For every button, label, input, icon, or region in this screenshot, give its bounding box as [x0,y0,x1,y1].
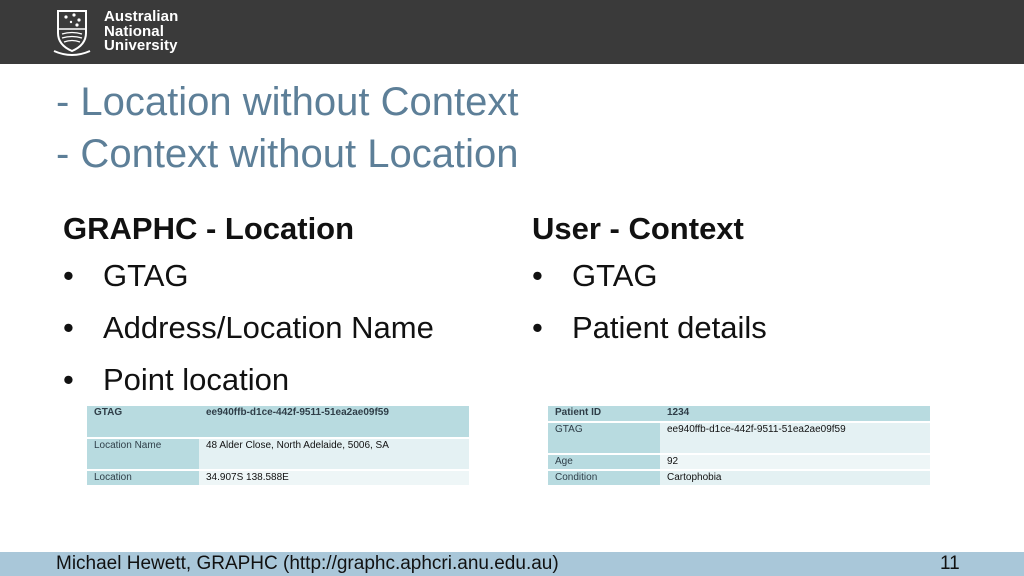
bullet-item: • GTAG [532,250,767,302]
table-row: Condition Cartophobia [548,470,930,487]
bullet-item: • Address/Location Name [63,302,434,354]
anu-logo[interactable]: Australian National University [52,7,232,57]
table-row: GTAG ee940ffb-d1ce-442f-9511-51ea2ae09f5… [548,422,930,455]
title-line-1: - Location without Context [56,80,519,124]
logo-wordmark: Australian National University [104,9,178,54]
table-value: ee940ffb-d1ce-442f-9511-51ea2ae09f59 [660,422,930,455]
anu-crest-icon [53,10,91,56]
table-value: 1234 [660,406,930,423]
bullet-item: • Patient details [532,302,767,354]
table-value: 34.907S 138.588E [199,470,469,487]
left-bullet-list: • GTAG • Address/Location Name • Point loca… [63,250,434,406]
table-key: GTAG [87,406,199,439]
page-number: 11 [940,553,960,574]
right-bullet-list: • GTAG • Patient details [532,250,767,354]
bullet-icon: • [532,310,543,345]
table-row: GTAG ee940ffb-d1ce-442f-9511-51ea2ae09f5… [87,406,469,439]
table-row: Location 34.907S 138.588E [87,470,469,487]
bullet-icon: • [63,258,74,293]
table-key: Location [87,470,199,487]
bullet-text: GTAG [103,258,189,293]
bullet-text: GTAG [572,258,658,293]
bullet-item: • Point location [63,354,434,406]
bullet-text: Patient details [572,310,767,345]
header-bar: Australian National University [0,0,1024,64]
footer-credit: Michael Hewett, GRAPHC (http://graphc.ap… [56,553,559,574]
logo-line-3: University [104,37,178,54]
table-value: 92 [660,454,930,471]
bullet-icon: • [532,258,543,293]
location-table: GTAG ee940ffb-d1ce-442f-9511-51ea2ae09f5… [87,406,469,487]
context-table: Patient ID 1234 GTAG ee940ffb-d1ce-442f-… [548,406,930,487]
right-column: User - Context • GTAG • Patient details [532,208,767,354]
table-row: Patient ID 1234 [548,406,930,423]
bullet-text: Point location [103,362,290,397]
slide-title: - Location without Context - Context wit… [56,76,518,180]
table-key: GTAG [548,422,660,455]
bullet-item: • GTAG [63,250,434,302]
table-key: Age [548,454,660,471]
left-column: GRAPHC - Location • GTAG • Address/Locatio… [63,208,434,406]
right-heading: User - Context [532,211,744,246]
table-value: 48 Alder Close, North Adelaide, 5006, SA [199,438,469,471]
bullet-icon: • [63,310,74,345]
title-line-2: - Context without Location [56,132,519,176]
table-key: Condition [548,470,660,487]
table-value: ee940ffb-d1ce-442f-9511-51ea2ae09f59 [199,406,469,439]
table-key: Location Name [87,438,199,471]
left-heading: GRAPHC - Location [63,211,355,246]
bullet-text: Address/Location Name [103,310,434,345]
table-row: Location Name 48 Alder Close, North Adel… [87,438,469,471]
table-value: Cartophobia [660,470,930,487]
table-key: Patient ID [548,406,660,423]
table-row: Age 92 [548,454,930,471]
bullet-icon: • [63,362,74,397]
